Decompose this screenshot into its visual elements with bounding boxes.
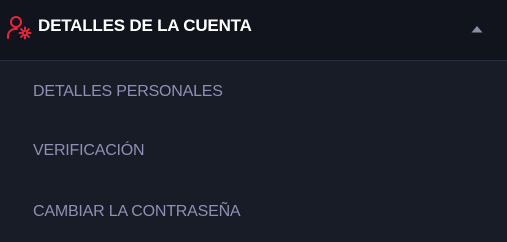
menu-item-personal-details[interactable]: DETALLES PERSONALES xyxy=(33,82,223,102)
menu-item-verification[interactable]: VERIFICACIÓN xyxy=(33,141,145,161)
menu-item-change-password[interactable]: CAMBIAR LA CONTRASEÑA xyxy=(33,202,241,222)
section-title: DETALLES DE LA CUENTA xyxy=(38,16,252,35)
user-settings-icon xyxy=(6,14,32,40)
account-details-panel: DETALLES DE LA CUENTA DETALLES PERSONALE… xyxy=(0,0,507,242)
header-divider xyxy=(0,60,507,61)
account-details-header[interactable]: DETALLES DE LA CUENTA xyxy=(0,0,507,60)
chevron-up-icon[interactable] xyxy=(470,21,484,33)
